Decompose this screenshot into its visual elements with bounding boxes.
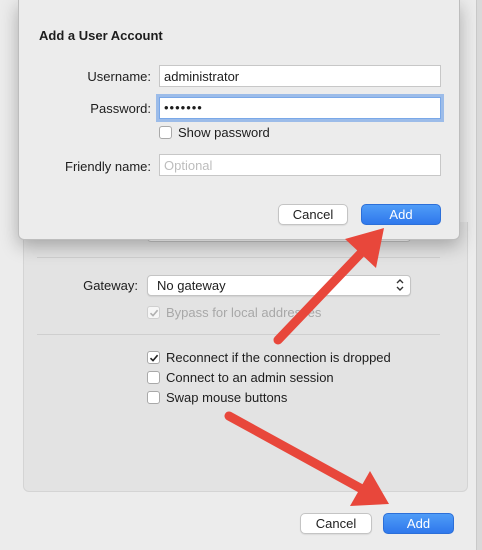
bypass-local-checkbox: Bypass for local addresses <box>147 305 321 320</box>
username-field[interactable] <box>159 65 441 87</box>
checkbox-box <box>147 351 160 364</box>
show-password-checkbox[interactable]: Show password <box>159 125 270 140</box>
reconnect-label: Reconnect if the connection is dropped <box>166 350 391 365</box>
window-cancel-button[interactable]: Cancel <box>300 513 372 534</box>
divider <box>37 257 440 258</box>
reconnect-checkbox[interactable]: Reconnect if the connection is dropped <box>147 350 391 365</box>
password-field[interactable]: ••••••• <box>159 97 441 119</box>
gateway-value: No gateway <box>157 278 226 293</box>
dialog-add-button[interactable]: Add <box>361 204 441 225</box>
checkbox-box <box>159 126 172 139</box>
bypass-local-label: Bypass for local addresses <box>166 305 322 320</box>
password-label: Password: <box>90 101 151 116</box>
chevron-updown-icon <box>396 279 404 291</box>
checkbox-box <box>147 306 160 319</box>
username-label: Username: <box>87 69 151 84</box>
friendly-name-field[interactable] <box>159 154 441 176</box>
checkmark-icon <box>149 354 158 362</box>
password-value: ••••••• <box>164 100 203 115</box>
window-edge <box>476 0 482 550</box>
add-user-account-dialog: Add a User Account Username: Password: •… <box>18 0 460 240</box>
admin-session-label: Connect to an admin session <box>166 370 334 385</box>
divider <box>37 334 440 335</box>
swap-mouse-checkbox[interactable]: Swap mouse buttons <box>147 390 287 405</box>
checkmark-icon <box>149 309 158 317</box>
dialog-title: Add a User Account <box>39 28 163 43</box>
gateway-popup[interactable]: No gateway <box>147 275 411 296</box>
gateway-label: Gateway: <box>83 278 138 293</box>
show-password-label: Show password <box>178 125 270 140</box>
checkbox-box <box>147 371 160 384</box>
admin-session-checkbox[interactable]: Connect to an admin session <box>147 370 334 385</box>
window-add-button[interactable]: Add <box>383 513 454 534</box>
dialog-cancel-button[interactable]: Cancel <box>278 204 348 225</box>
checkbox-box <box>147 391 160 404</box>
friendly-name-label: Friendly name: <box>65 159 151 174</box>
swap-mouse-label: Swap mouse buttons <box>166 390 288 405</box>
